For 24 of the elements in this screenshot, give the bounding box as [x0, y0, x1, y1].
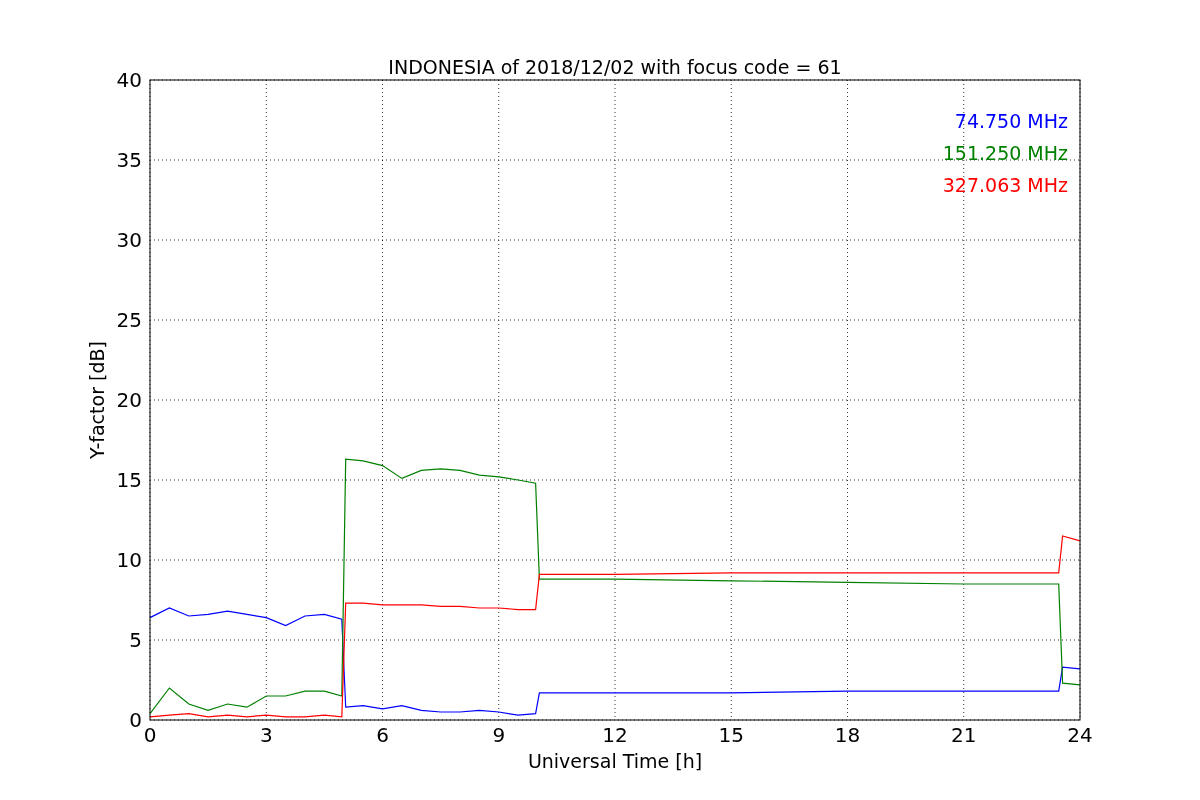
chart-title: INDONESIA of 2018/12/02 with focus code = 61: [388, 56, 842, 78]
tick-label: 21: [951, 723, 977, 747]
legend-label: 74.750 MHz: [954, 110, 1068, 132]
tick-label: 24: [1067, 723, 1093, 747]
tick-label: 5: [129, 628, 142, 652]
tick-label: 25: [116, 308, 142, 332]
tick-label: 0: [143, 723, 157, 747]
axis-label: Y-factor [dB]: [86, 341, 108, 459]
tick-label: 30: [116, 228, 142, 252]
tick-label: 6: [376, 723, 389, 747]
tick-label: 15: [718, 723, 744, 747]
tick-label: 10: [116, 548, 142, 572]
legend-label: 151.250 MHz: [942, 142, 1068, 164]
tick-label: 12: [602, 723, 628, 747]
tick-label: 40: [116, 68, 142, 92]
tick-label: 35: [116, 148, 142, 172]
tick-label: 15: [116, 468, 142, 492]
tick-label: 3: [259, 723, 273, 747]
tick-label: 9: [492, 723, 506, 747]
axis-label: Universal Time [h]: [527, 750, 703, 772]
tick-label: 18: [834, 723, 861, 747]
tick-label: 0: [129, 708, 142, 732]
legend-label: 327.063 MHz: [942, 174, 1068, 196]
tick-label: 20: [116, 388, 142, 412]
